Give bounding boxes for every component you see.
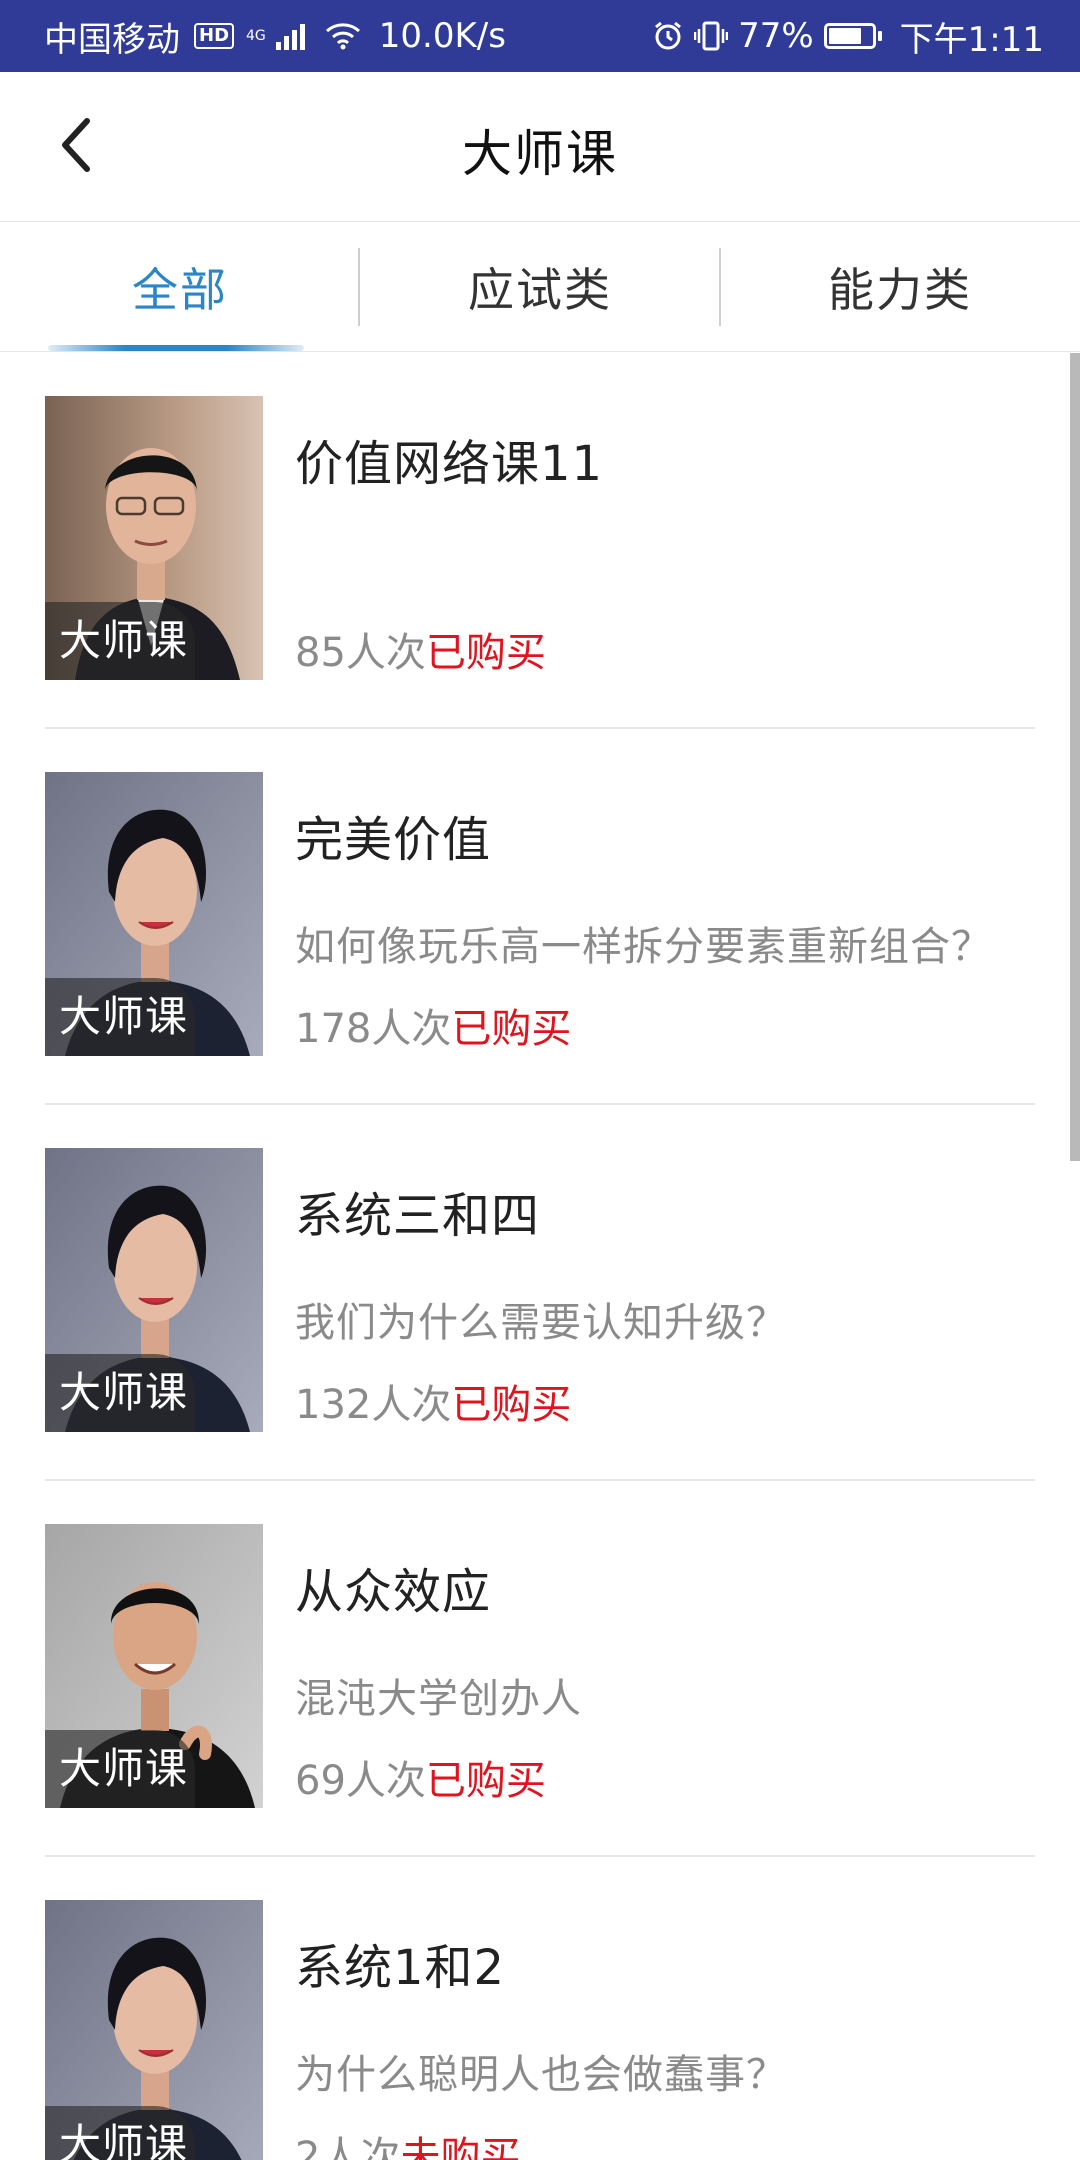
course-subtitle: 混沌大学创办人 [295, 1676, 582, 1722]
course-meta: 132人次已购买 [295, 1372, 571, 1432]
course-title: 完美价值 [295, 812, 492, 868]
course-title: 价值网络课11 [295, 436, 604, 492]
course-subtitle: 我们为什么需要认知升级？ [295, 1300, 787, 1346]
hd-icon: HD [194, 23, 235, 49]
master-class-badge: 大师课 [45, 602, 195, 680]
vibrate-icon [694, 21, 729, 51]
view-count: 69人次 [295, 1758, 426, 1804]
tab-label: 能力类 [828, 262, 972, 317]
course-info: 系统三和四 我们为什么需要认知升级？ 132人次已购买 [295, 1148, 1035, 1432]
tab-label: 应试类 [468, 262, 612, 317]
course-thumbnail: 大师课 [45, 1900, 263, 2160]
course-thumbnail: 大师课 [45, 1148, 263, 1432]
course-item[interactable]: 大师课 完美价值 如何像玩乐高一样拆分要素重新组合？ 178人次已购买 [45, 729, 1035, 1105]
course-title: 系统三和四 [295, 1188, 541, 1244]
course-info: 完美价值 如何像玩乐高一样拆分要素重新组合？ 178人次已购买 [295, 772, 1035, 1056]
battery-percent: 77% [738, 16, 814, 56]
course-title: 系统1和2 [295, 1940, 506, 1996]
network-type: 4G [246, 28, 266, 44]
purchase-status: 已购买 [451, 1382, 572, 1428]
course-meta: 2人次未购买 [295, 2124, 520, 2160]
purchase-status: 已购买 [451, 1006, 572, 1052]
course-item[interactable]: 大师课 从众效应 混沌大学创办人 69人次已购买 [45, 1481, 1035, 1857]
course-item[interactable]: 大师课 系统1和2 为什么聪明人也会做蠢事？ 2人次未购买 [45, 1857, 1035, 2160]
purchase-status: 未购买 [400, 2134, 521, 2160]
course-meta: 178人次已购买 [295, 996, 571, 1056]
tab-exam[interactable]: 应试类 [360, 222, 720, 351]
course-info: 从众效应 混沌大学创办人 69人次已购买 [295, 1524, 1035, 1808]
master-class-badge: 大师课 [45, 2106, 195, 2160]
course-subtitle: 为什么聪明人也会做蠢事？ [295, 2052, 787, 2098]
course-thumbnail: 大师课 [45, 1524, 263, 1808]
category-tabs: 全部 应试类 能力类 [0, 222, 1080, 352]
wifi-icon [325, 23, 360, 50]
master-class-badge: 大师课 [45, 1730, 195, 1808]
battery-icon [823, 23, 882, 49]
view-count: 85人次 [295, 630, 426, 676]
carrier-name: 中国移动 [44, 19, 180, 60]
status-bar: 中国移动 HD 4G 10.0K/s 77% 下午1:11 [0, 0, 1080, 72]
signal-icon [275, 22, 305, 50]
tab-all[interactable]: 全部 [0, 222, 360, 351]
course-subtitle: 如何像玩乐高一样拆分要素重新组合？ [295, 924, 992, 970]
course-item[interactable]: 大师课 价值网络课11 85人次已购买 [45, 353, 1035, 729]
course-meta: 85人次已购买 [295, 620, 546, 680]
app-header: 大师课 [0, 72, 1080, 222]
course-info: 系统1和2 为什么聪明人也会做蠢事？ 2人次未购买 [295, 1900, 1035, 2160]
view-count: 178人次 [295, 1006, 452, 1052]
tab-label: 全部 [132, 262, 228, 317]
course-info: 价值网络课11 85人次已购买 [295, 396, 1035, 680]
course-meta: 69人次已购买 [295, 1748, 546, 1808]
tab-ability[interactable]: 能力类 [720, 222, 1080, 351]
purchase-status: 已购买 [425, 630, 546, 676]
tab-divider [719, 248, 721, 326]
master-class-badge: 大师课 [45, 1354, 195, 1432]
course-title: 从众效应 [295, 1564, 492, 1620]
course-thumbnail: 大师课 [45, 396, 263, 680]
course-list[interactable]: 大师课 价值网络课11 85人次已购买 大师课 完美价值 如何像玩乐高一样拆分要… [0, 353, 1080, 2160]
purchase-status: 已购买 [425, 1758, 546, 1804]
page-title: 大师课 [462, 125, 618, 183]
active-tab-indicator [48, 345, 304, 351]
view-count: 132人次 [295, 1382, 452, 1428]
course-thumbnail: 大师课 [45, 772, 263, 1056]
master-class-badge: 大师课 [45, 978, 195, 1056]
alarm-icon [655, 21, 681, 50]
clock: 下午1:11 [899, 19, 1044, 60]
tab-divider [358, 248, 360, 326]
scrollbar[interactable] [1070, 353, 1080, 1161]
view-count: 2人次 [295, 2134, 401, 2160]
network-speed: 10.0K/s [378, 16, 506, 56]
course-item[interactable]: 大师课 系统三和四 我们为什么需要认知升级？ 132人次已购买 [45, 1105, 1035, 1481]
